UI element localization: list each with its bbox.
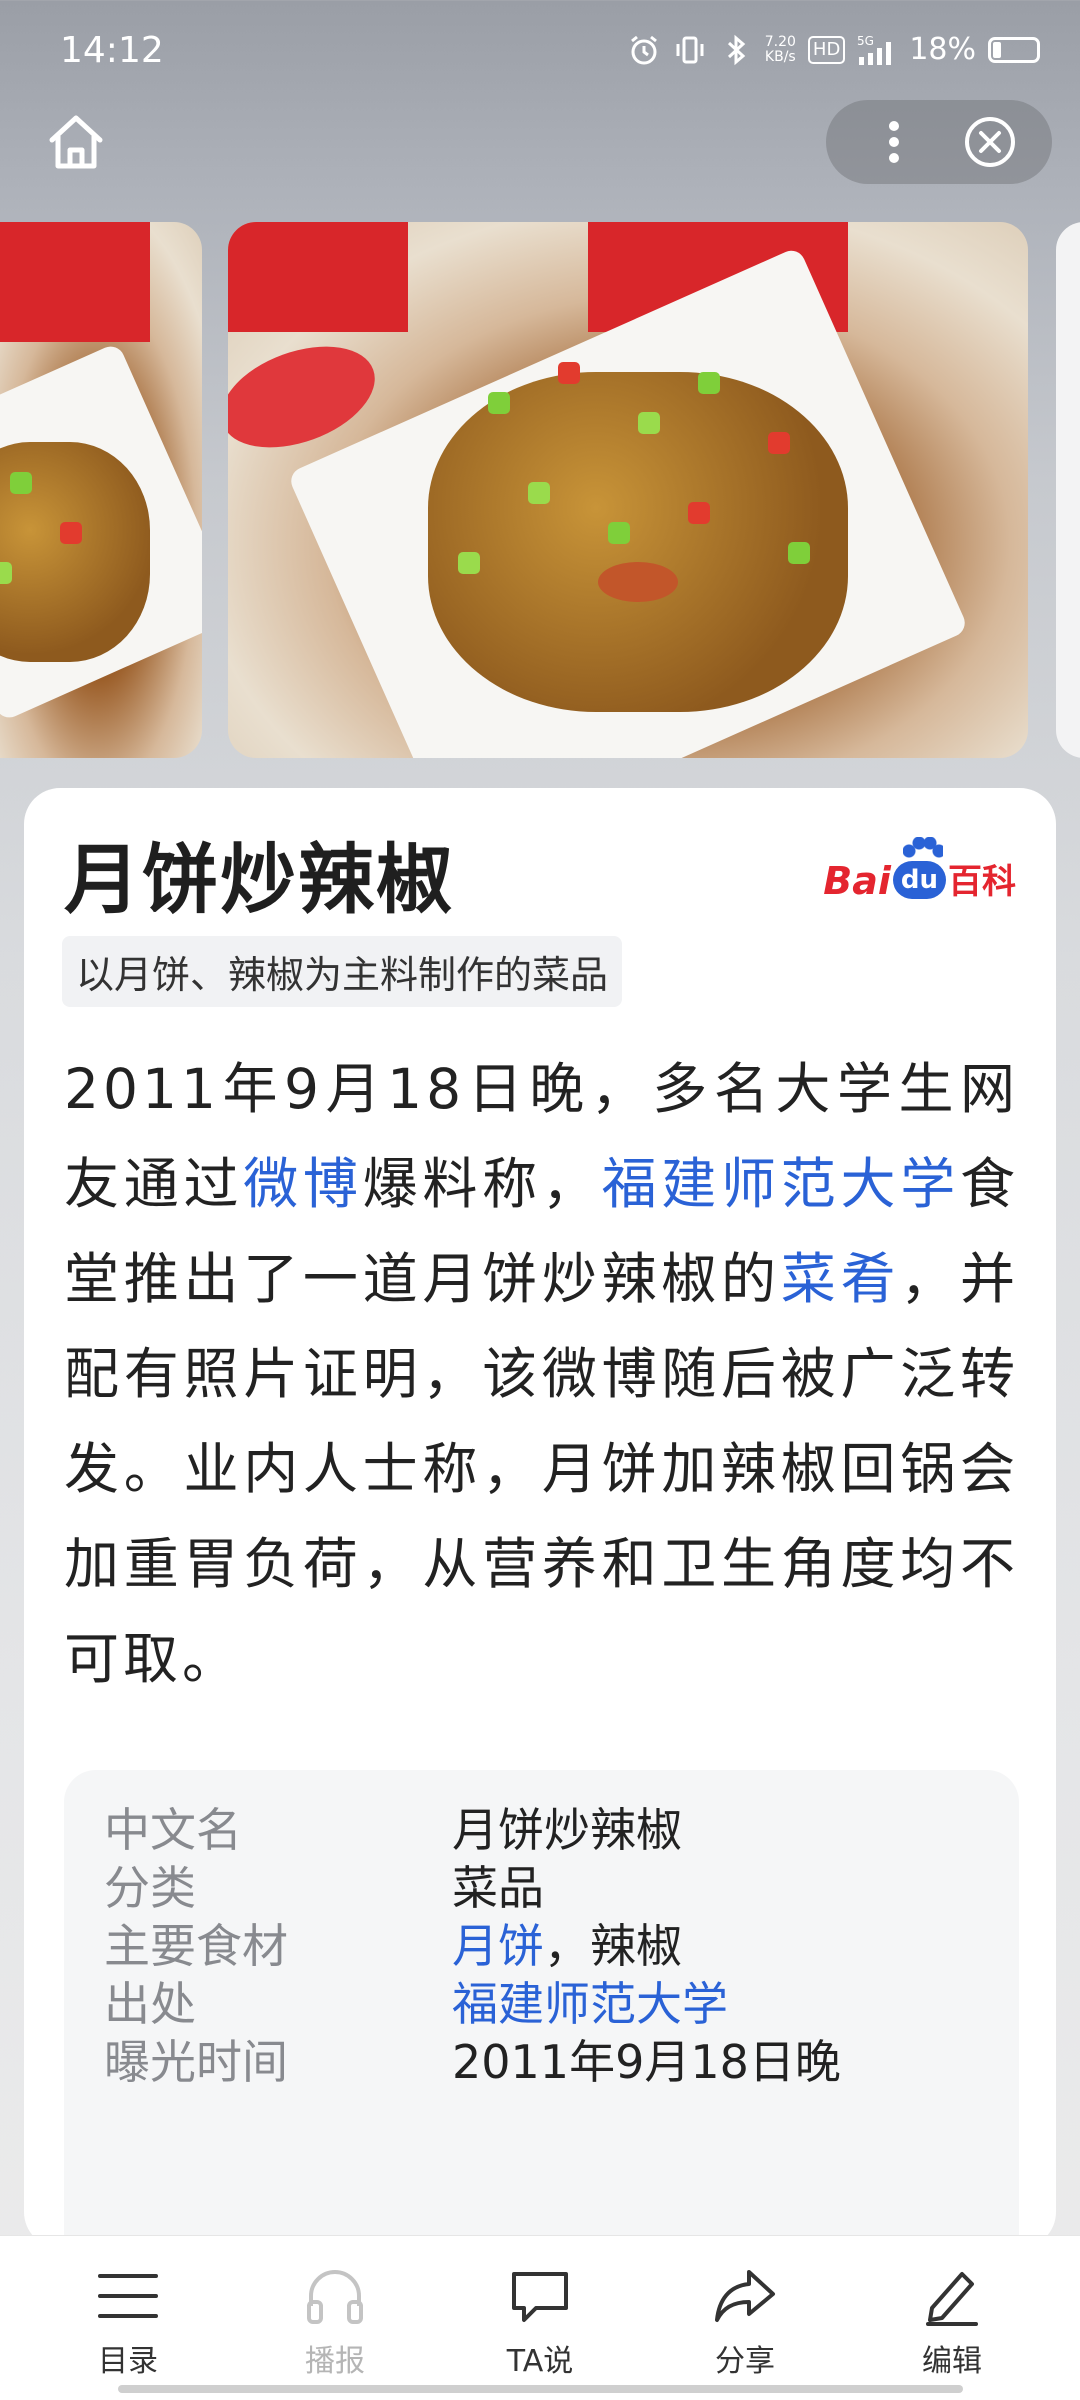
status-icons: 7.20 KB/s HD 5G 18% [627, 32, 1040, 67]
toolbar-label: 分享 [715, 2344, 775, 2379]
network-speed: 7.20 KB/s [764, 33, 796, 65]
dish-photo-previous[interactable] [0, 222, 202, 758]
miniapp-capsule [826, 100, 1052, 184]
link-weibo[interactable]: 微博 [243, 1152, 362, 1216]
subtitle-tag: 以月饼、辣椒为主料制作的菜品 [62, 936, 623, 1007]
close-icon[interactable] [962, 114, 1018, 170]
baidu-baike-logo: Bai du 百科 [823, 837, 1016, 903]
toolbar-label: TA说 [506, 2344, 574, 2379]
toolbar-comments-button[interactable]: TA说 [475, 2262, 605, 2380]
infobox-row: 曝光时间 2011年9月18日晚 [104, 2026, 841, 2106]
link-origin-university[interactable]: 福建师范大学 [452, 1977, 728, 2031]
svg-text:5G: 5G [857, 34, 874, 48]
infobox: 中文名 月饼炒辣椒 分类 菜品 主要食材 月饼，辣椒 出处 福建师范大学 曝光时… [64, 1770, 1019, 2248]
toolbar-label: 目录 [98, 2344, 158, 2379]
image-carousel[interactable] [0, 222, 1080, 758]
comment-icon [512, 2272, 568, 2322]
status-time: 14:12 [60, 30, 164, 71]
toolbar-share-button[interactable]: 分享 [680, 2262, 810, 2380]
home-indicator[interactable] [118, 2385, 963, 2393]
signal-icon: 5G [857, 34, 892, 65]
dish-photo-next[interactable] [1056, 222, 1080, 758]
bluetooth-icon [727, 34, 745, 65]
vibrate-icon [676, 36, 704, 63]
toolbar-label: 播报 [305, 2344, 365, 2379]
edit-icon [926, 2272, 978, 2326]
summary-text-segment: 爆料称， [362, 1152, 602, 1216]
toolbar-listen-button[interactable]: 播报 [270, 2262, 400, 2380]
bottom-toolbar: 目录 播报 TA说 分享 编辑 [0, 2235, 1080, 2400]
headphones-icon [307, 2270, 363, 2324]
infobox-value: 2011年9月18日晚 [452, 2035, 841, 2089]
summary-text: 2011年9月18日晚，多名大学生网友通过微博爆料称，福建师范大学食堂推出了一道… [64, 1042, 1019, 1707]
home-icon[interactable] [44, 110, 108, 174]
status-bar: 14:12 7.20 KB/s HD 5G 18% [0, 0, 1080, 110]
dish-photo[interactable] [228, 222, 1028, 758]
summary-text-segment: ，并配有照片证明，该微博随后被广泛转发。业内人士称，月饼加辣椒回锅会加重胃负荷，… [64, 1247, 1019, 1691]
alarm-icon [630, 35, 657, 64]
menu-icon [98, 2274, 158, 2318]
more-icon[interactable] [868, 116, 920, 168]
battery-icon [988, 36, 1040, 63]
page-title: 月饼炒辣椒 [64, 835, 454, 924]
network-speed-value: 7.20 [764, 33, 796, 50]
link-mooncake[interactable]: 月饼 [452, 1919, 544, 1973]
infobox-label: 曝光时间 [104, 2035, 288, 2089]
toolbar-label: 编辑 [922, 2344, 982, 2379]
toolbar-contents-button[interactable]: 目录 [63, 2262, 193, 2380]
share-icon [715, 2270, 775, 2322]
link-fujian-normal-university[interactable]: 福建师范大学 [602, 1152, 960, 1216]
battery-percent: 18% [909, 32, 976, 67]
hd-badge: HD [807, 35, 846, 64]
toolbar-edit-button[interactable]: 编辑 [887, 2262, 1017, 2380]
encyclopedia-card: 月饼炒辣椒 Bai du 百科 以月饼、辣椒为主料制作的菜品 2011年9月18… [24, 788, 1056, 2248]
link-dish[interactable]: 菜肴 [781, 1247, 900, 1311]
network-speed-unit: KB/s [764, 48, 796, 65]
